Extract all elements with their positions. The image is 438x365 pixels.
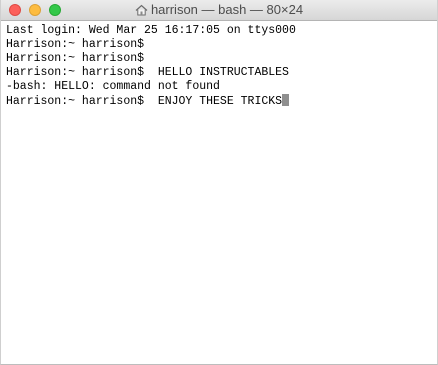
window-title-container: harrison — bash — 80×24	[1, 2, 437, 19]
terminal-line-prompt: Harrison:~ harrison$	[6, 52, 145, 65]
terminal-window: harrison — bash — 80×24 Last login: Wed …	[0, 0, 438, 365]
home-icon	[135, 4, 148, 19]
terminal-output[interactable]: Last login: Wed Mar 25 16:17:05 on ttys0…	[6, 24, 433, 360]
terminal-line-current-input[interactable]: Harrison:~ harrison$ ENJOY THESE TRICKS	[6, 94, 433, 108]
title-bar[interactable]: harrison — bash — 80×24	[1, 0, 437, 21]
window-title: harrison — bash — 80×24	[150, 2, 304, 17]
current-command-text: Harrison:~ harrison$ ENJOY THESE TRICKS	[6, 95, 283, 108]
terminal-line-login: Last login: Wed Mar 25 16:17:05 on ttys0…	[6, 24, 296, 37]
text-cursor	[282, 94, 290, 106]
terminal-line-prompt: Harrison:~ harrison$	[6, 38, 145, 51]
terminal-line-error: -bash: HELLO: command not found	[6, 80, 220, 93]
terminal-line-command: Harrison:~ harrison$ HELLO INSTRUCTABLES	[6, 66, 289, 79]
